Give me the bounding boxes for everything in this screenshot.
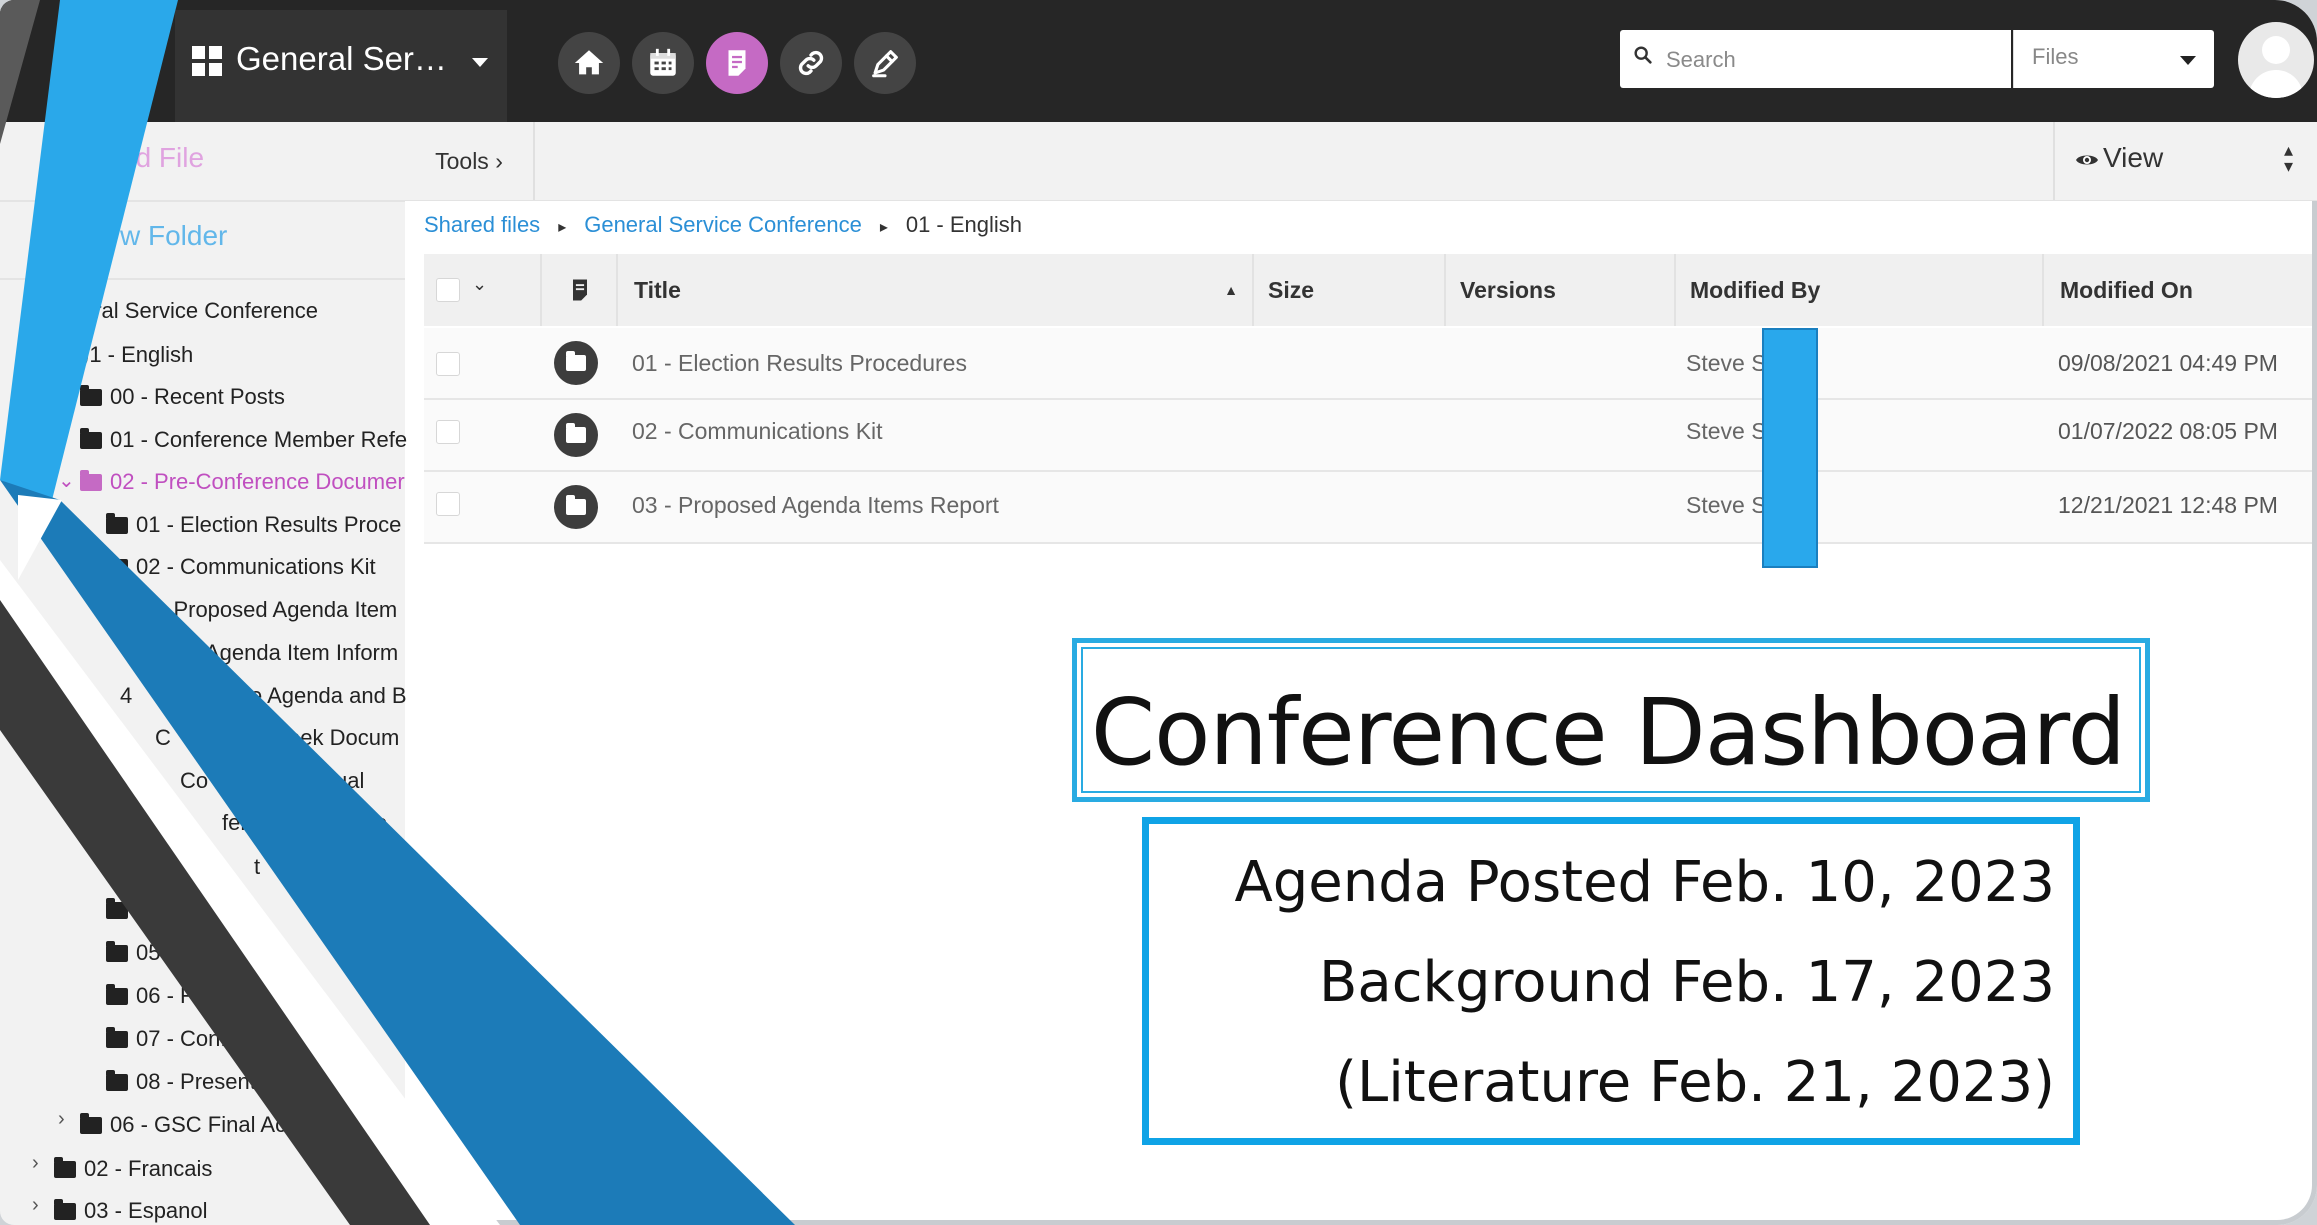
agenda-date: Agenda Posted Feb. 10, 2023: [1234, 850, 2055, 915]
literature-date: (Literature Feb. 21, 2023): [1335, 1050, 2055, 1115]
background-date: Background Feb. 17, 2023: [1318, 950, 2055, 1015]
dashboard-title-box: Conference Dashboard: [1072, 638, 2150, 802]
dates-box: Agenda Posted Feb. 10, 2023 Background F…: [1142, 817, 2080, 1145]
app-window: General Ser… Files ad File: [0, 0, 2317, 1225]
dashboard-title: Conference Dashboard: [1090, 679, 2126, 786]
